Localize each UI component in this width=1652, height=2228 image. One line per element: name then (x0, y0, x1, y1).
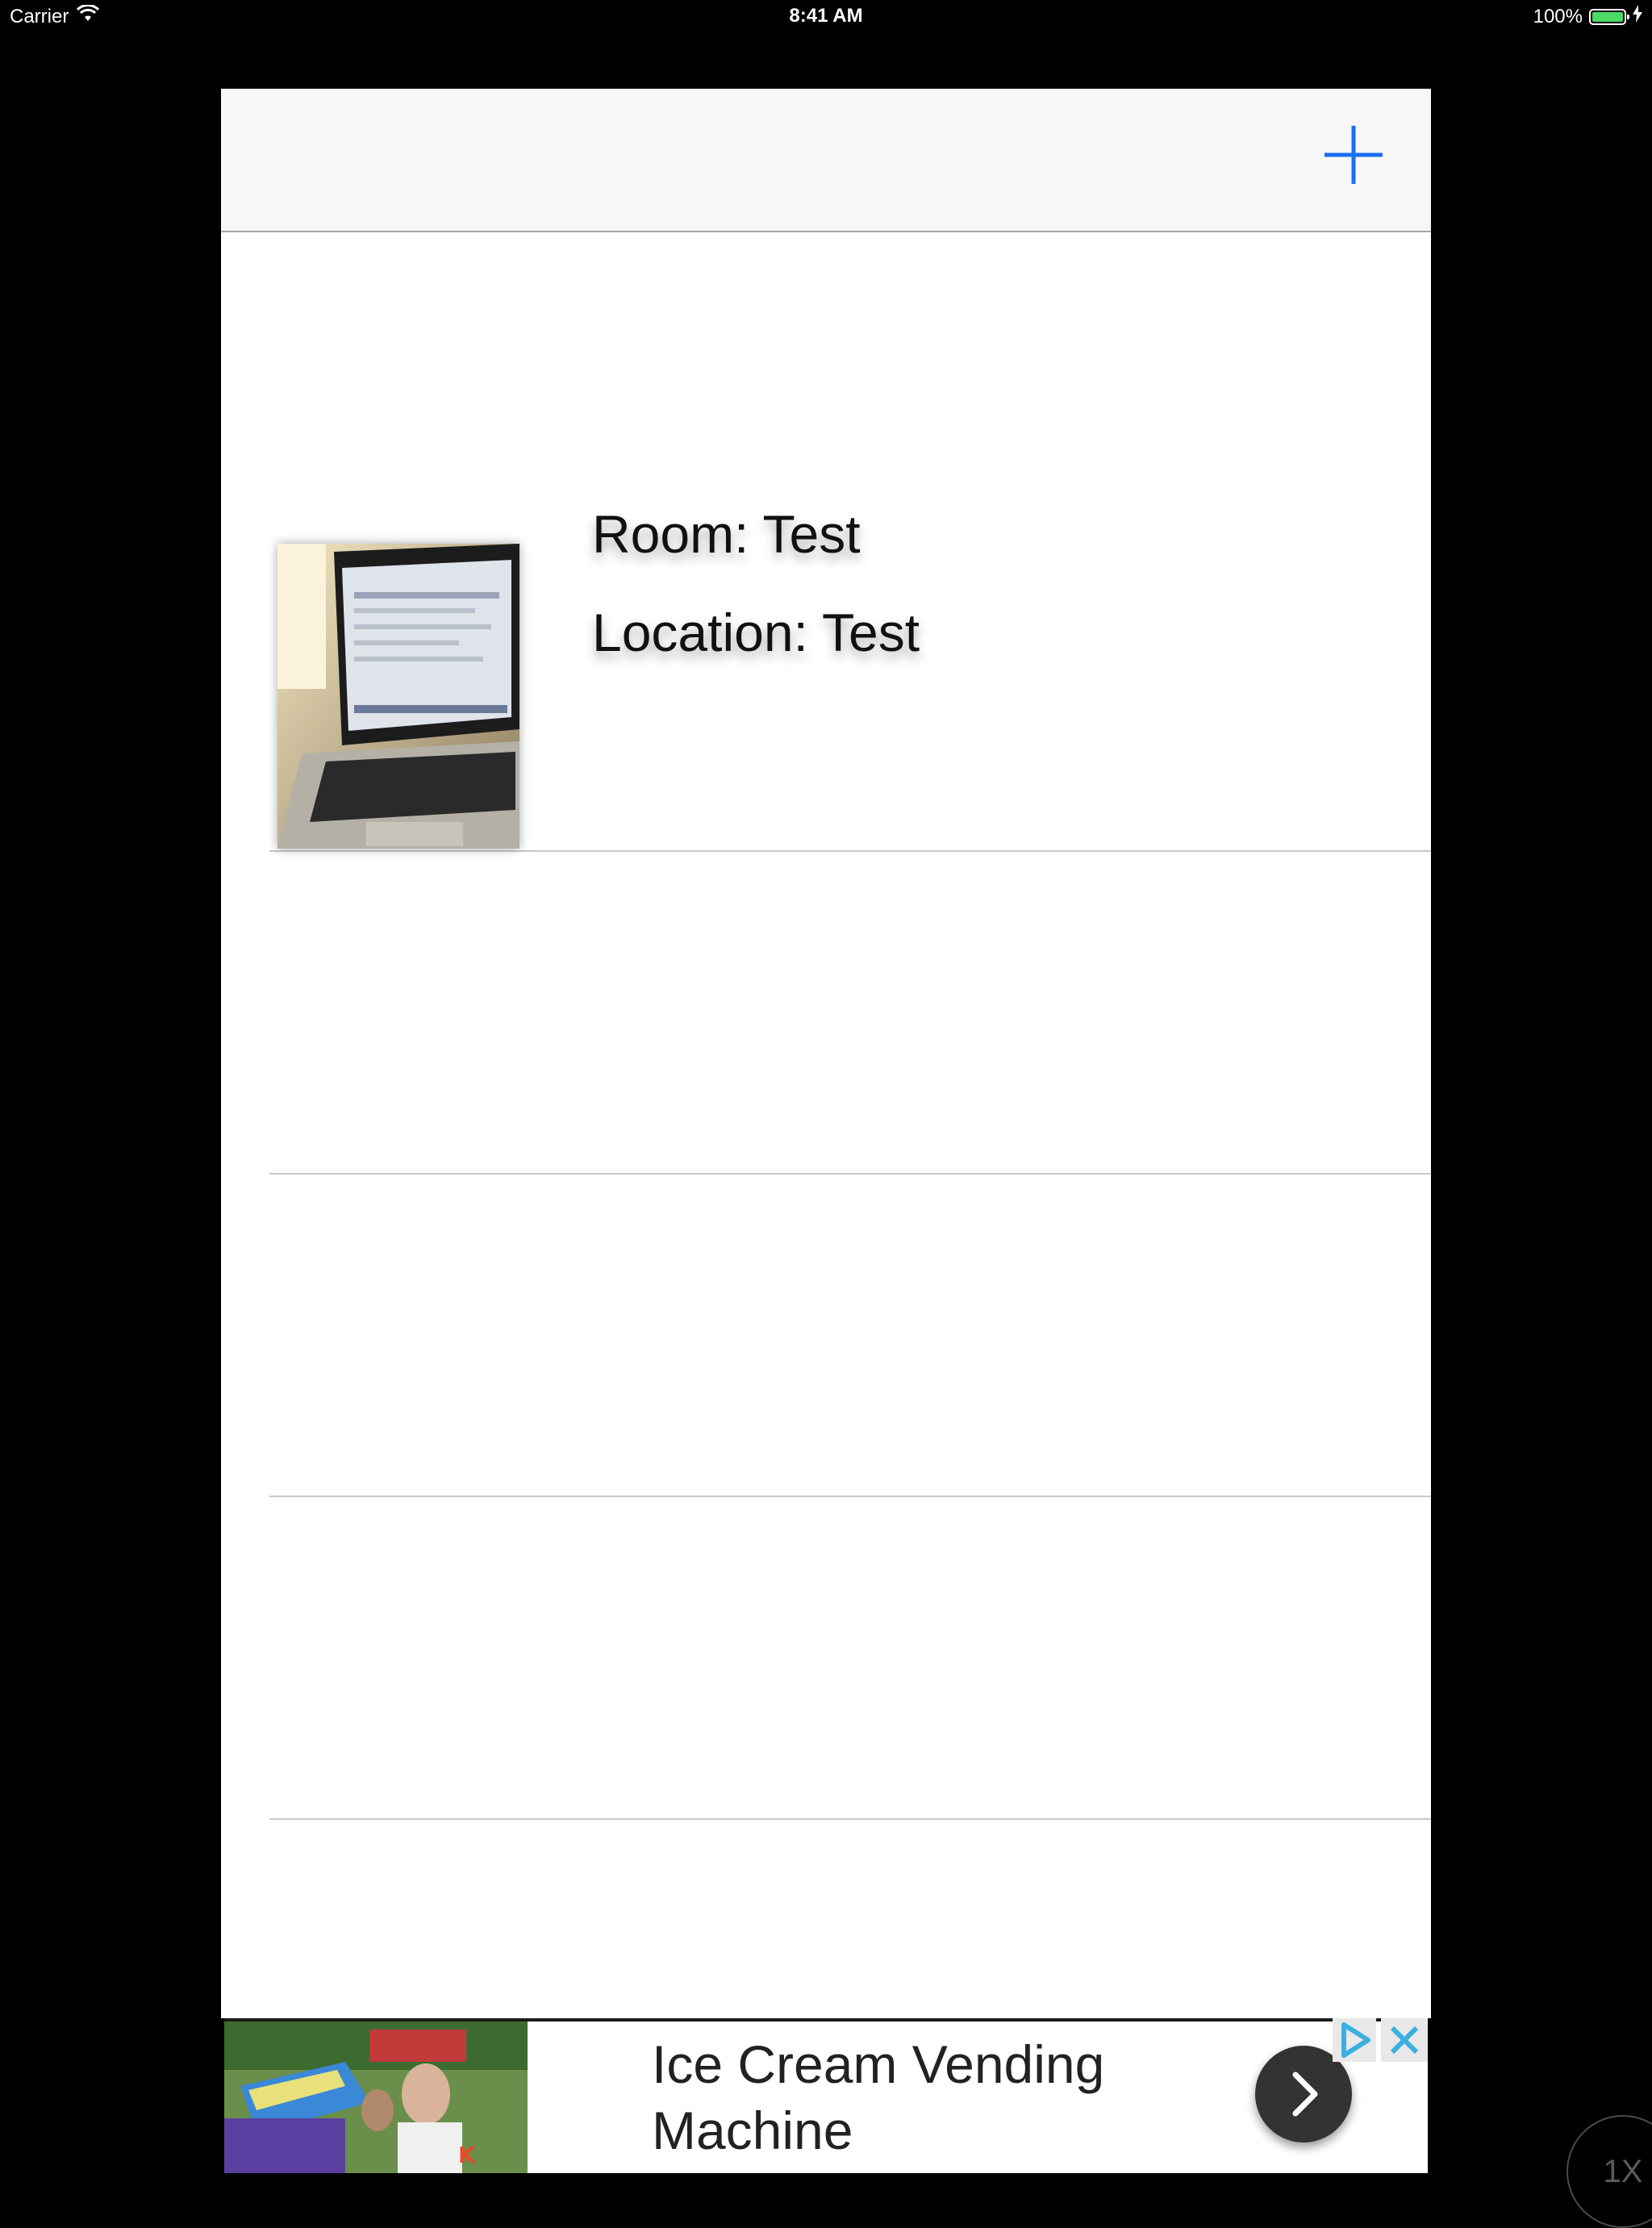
navigation-bar (221, 89, 1431, 232)
ad-choices-icon[interactable] (1333, 2018, 1376, 2062)
status-bar: Carrier 8:41 AM 100% (0, 0, 1652, 32)
ad-banner[interactable]: K Ice Cream Vending Machine (224, 2018, 1428, 2173)
table-row[interactable] (269, 1174, 1431, 1497)
plus-icon (1325, 126, 1383, 184)
battery-icon (1589, 8, 1629, 25)
svg-text:K: K (458, 2142, 477, 2168)
status-right: 100% (1533, 5, 1642, 28)
room-label: Room: Test (592, 504, 861, 564)
ad-title[interactable]: Ice Cream Vending Machine (652, 2031, 1265, 2163)
zoom-badge[interactable]: 1X (1566, 2115, 1652, 2228)
battery-percent: 100% (1533, 5, 1583, 27)
close-icon (1390, 2026, 1419, 2055)
ad-close-button[interactable] (1381, 2018, 1428, 2062)
ad-image[interactable]: K (224, 2021, 528, 2173)
status-time: 8:41 AM (789, 5, 863, 27)
charging-bolt-icon (1633, 5, 1642, 28)
add-room-button[interactable] (1325, 126, 1383, 184)
app-window: Room: Test Location: Test (221, 89, 1431, 2018)
location-label: Location: Test (592, 603, 920, 662)
room-thumbnail (277, 544, 519, 849)
table-row[interactable] (269, 1497, 1431, 1820)
table-row[interactable] (269, 852, 1431, 1174)
